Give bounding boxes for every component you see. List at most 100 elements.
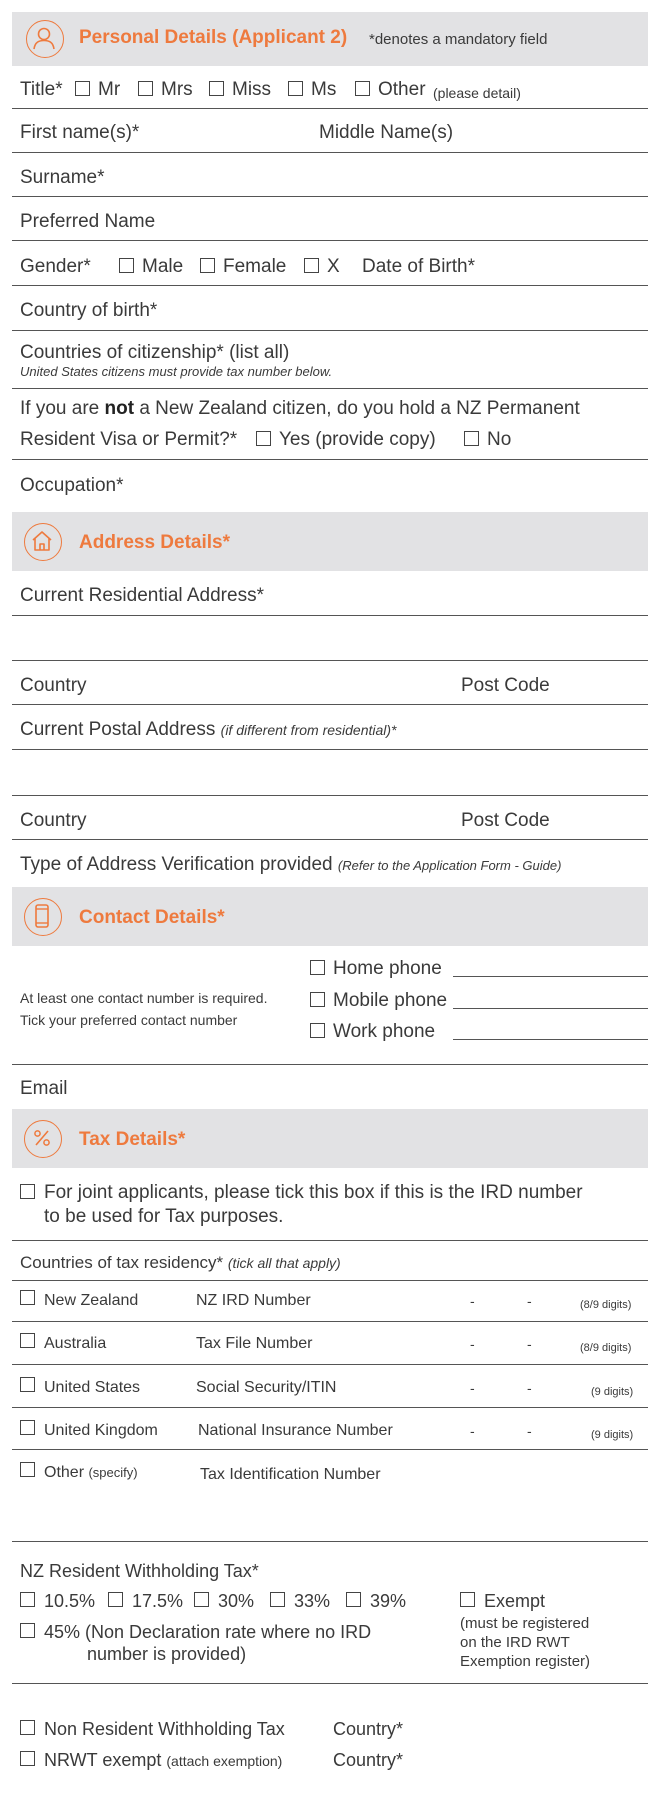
tax-residency-label: Countries of tax residency* (tick all th… [20, 1253, 341, 1272]
tax-other-id-label[interactable]: Tax Identification Number [200, 1464, 381, 1486]
tax-us-checkbox[interactable] [20, 1377, 35, 1392]
home-phone-label: Home phone [333, 958, 442, 979]
gender-x-checkbox[interactable] [304, 258, 319, 273]
title-mrs-checkbox[interactable] [138, 81, 153, 96]
email-label[interactable]: Email [20, 1078, 68, 1100]
title-other-checkbox[interactable] [355, 81, 370, 96]
rwt-exempt-note-1: (must be registered [460, 1615, 590, 1632]
address-verification-label[interactable]: Type of Address Verification provided (R… [20, 854, 561, 877]
rwt-30-checkbox[interactable] [194, 1592, 209, 1607]
rwt-45-checkbox[interactable] [20, 1623, 35, 1638]
nrwt-checkbox[interactable] [20, 1720, 35, 1735]
nrwt-country-label[interactable]: Country* [333, 1718, 403, 1740]
tax-uk-id-label[interactable]: National Insurance Number [198, 1420, 393, 1442]
tax-uk-dash2: - [527, 1423, 532, 1439]
pr-question-line2: Resident Visa or Permit?* [20, 429, 238, 450]
postal-address-label[interactable]: Current Postal Address (if different fro… [20, 719, 397, 741]
tax-us-dash2: - [527, 1380, 532, 1396]
nrwt-exempt-checkbox[interactable] [20, 1751, 35, 1766]
postal-postcode-label[interactable]: Post Code [461, 810, 550, 832]
title-miss-checkbox[interactable] [209, 81, 224, 96]
tax-au-id-label[interactable]: Tax File Number [196, 1333, 312, 1355]
rwt-105-checkbox[interactable] [20, 1592, 35, 1607]
rwt-175-checkbox[interactable] [108, 1592, 123, 1607]
gender-male-checkbox[interactable] [119, 258, 134, 273]
middle-name-label[interactable]: Middle Name(s) [319, 122, 453, 144]
tax-nz-dash1: - [470, 1293, 475, 1309]
title-mr-label: Mr [98, 79, 121, 100]
residential-postcode-label[interactable]: Post Code [461, 675, 550, 697]
rwt-45-line2: number is provided) [87, 1644, 247, 1664]
gender-label: Gender* [20, 256, 91, 277]
tax-nz-digits: (8/9 digits) [580, 1299, 632, 1311]
tax-us-id-label[interactable]: Social Security/ITIN [196, 1377, 336, 1399]
rwt-30-label: 30% [218, 1591, 255, 1611]
house-icon [24, 523, 62, 561]
mobile-phone-checkbox[interactable] [310, 992, 325, 1007]
dob-label[interactable]: Date of Birth* [362, 256, 475, 278]
tax-nz-id-label[interactable]: NZ IRD Number [196, 1290, 311, 1312]
rwt-33-checkbox[interactable] [270, 1592, 285, 1607]
pr-no-checkbox[interactable] [464, 431, 479, 446]
surname-label[interactable]: Surname* [20, 167, 105, 189]
work-phone-label: Work phone [333, 1021, 436, 1042]
percent-icon [24, 1120, 62, 1158]
country-of-birth-label[interactable]: Country of birth* [20, 300, 157, 322]
pr-yes-label: Yes (provide copy) [279, 429, 436, 450]
pr-question-line1: If you are not a New Zealand citizen, do… [20, 398, 580, 419]
rwt-105-label: 10.5% [44, 1591, 96, 1611]
title-other-note: (please detail) [433, 85, 521, 101]
joint-ird-checkbox[interactable] [20, 1184, 35, 1199]
title-mr-checkbox[interactable] [75, 81, 90, 96]
rwt-exempt-label: Exempt [484, 1591, 546, 1611]
tax-other-country: Other (specify) [44, 1464, 138, 1481]
home-phone-line[interactable] [453, 976, 648, 977]
tax-us-digits: (9 digits) [591, 1386, 634, 1398]
rwt-39-label: 39% [370, 1591, 407, 1611]
work-phone-checkbox[interactable] [310, 1023, 325, 1038]
work-phone-line[interactable] [453, 1039, 648, 1040]
rwt-33-label: 33% [294, 1591, 331, 1611]
mandatory-note: *denotes a mandatory field [369, 31, 548, 48]
residential-country-label[interactable]: Country [20, 675, 87, 697]
address-section-title: Address Details* [79, 532, 231, 553]
rwt-exempt-note-3: Exemption register) [460, 1653, 591, 1670]
title-label: Title* [20, 79, 63, 100]
pr-yes-checkbox[interactable] [256, 431, 271, 446]
rwt-exempt-checkbox[interactable] [460, 1592, 475, 1607]
first-name-label[interactable]: First name(s)* [20, 122, 139, 144]
home-phone-checkbox[interactable] [310, 960, 325, 975]
residential-address-label[interactable]: Current Residential Address* [20, 585, 264, 607]
tax-uk-checkbox[interactable] [20, 1420, 35, 1435]
mobile-phone-line[interactable] [453, 1008, 648, 1009]
tax-us-dash1: - [470, 1380, 475, 1396]
gender-female-label: Female [223, 256, 287, 277]
rwt-title: NZ Resident Withholding Tax* [20, 1561, 259, 1581]
gender-male-label: Male [142, 256, 184, 277]
personal-section-title: Personal Details (Applicant 2) [79, 27, 348, 48]
preferred-name-label[interactable]: Preferred Name [20, 211, 155, 233]
tax-nz-dash2: - [527, 1293, 532, 1309]
tax-au-dash2: - [527, 1336, 532, 1352]
tax-au-dash1: - [470, 1336, 475, 1352]
title-mrs-label: Mrs [161, 79, 193, 100]
nrwt-label: Non Resident Withholding Tax [44, 1719, 285, 1739]
citizenship-label[interactable]: Countries of citizenship* (list all) [20, 342, 289, 364]
gender-female-checkbox[interactable] [200, 258, 215, 273]
tax-nz-checkbox[interactable] [20, 1290, 35, 1305]
tax-uk-digits: (9 digits) [591, 1429, 634, 1441]
nrwt-exempt-country-label[interactable]: Country* [333, 1749, 403, 1771]
tax-au-digits: (8/9 digits) [580, 1342, 632, 1354]
tax-au-checkbox[interactable] [20, 1333, 35, 1348]
title-other-label: Other [378, 79, 426, 100]
occupation-label[interactable]: Occupation* [20, 475, 124, 497]
postal-country-label[interactable]: Country [20, 810, 87, 832]
title-ms-checkbox[interactable] [288, 81, 303, 96]
tax-other-checkbox[interactable] [20, 1462, 35, 1477]
contact-section-title: Contact Details* [79, 907, 225, 928]
person-icon [26, 20, 64, 58]
tax-uk-country: United Kingdom [44, 1422, 158, 1439]
title-miss-label: Miss [232, 79, 272, 100]
rwt-39-checkbox[interactable] [346, 1592, 361, 1607]
joint-ird-line1: For joint applicants, please tick this b… [44, 1182, 583, 1203]
